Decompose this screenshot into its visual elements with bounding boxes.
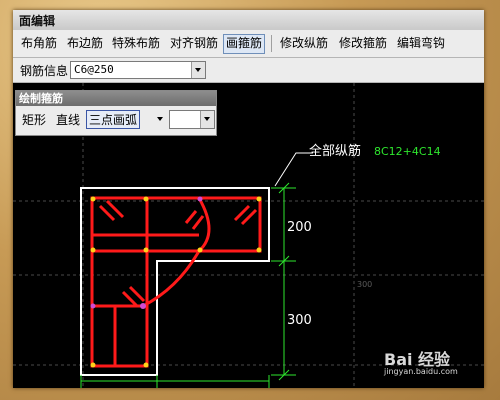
stirrup-left (90, 196, 149, 368)
chevron-down-icon[interactable] (155, 110, 166, 127)
main-toolbar: 布角筋 布边筋 特殊布筋 对齐钢筋 画箍筋 修改纵筋 修改箍筋 编辑弯钩 (13, 30, 484, 58)
draw-stirrup-panel: 绘制箍筋 矩形 直线 三点画弧 (15, 90, 217, 136)
dimension-right (271, 182, 296, 381)
watermark-site: jingyan.baidu.com (384, 367, 458, 376)
dimension-bottom (80, 375, 270, 388)
chevron-down-icon[interactable] (200, 111, 214, 128)
annotation-value: 8C12+4C14 (374, 145, 441, 158)
stirrup-top (90, 196, 262, 253)
stirrup-group (90, 196, 262, 368)
tool-edit-longitudinal[interactable]: 修改纵筋 (278, 34, 330, 52)
baidu-watermark: Bai 经验 jingyan.baidu.com (384, 344, 494, 394)
tool-special-rebar[interactable]: 特殊布筋 (110, 34, 162, 52)
chevron-down-icon[interactable] (191, 62, 205, 78)
tool-corner-rebar[interactable]: 布角筋 (19, 34, 59, 52)
arc-option-select[interactable] (169, 110, 215, 129)
window-title: 面编辑 (19, 14, 56, 28)
rebar-info-toolbar: 钢筋信息 C6@250 (13, 58, 484, 83)
rebar-info-value: C6@250 (74, 63, 114, 76)
btn-three-point-arc[interactable]: 三点画弧 (86, 110, 141, 129)
tool-draw-stirrup[interactable]: 画箍筋 (223, 34, 266, 54)
title-bar: 面编辑 (13, 10, 484, 31)
dim-lower: 300 (287, 313, 312, 328)
rebar-info-select[interactable]: C6@250 (70, 61, 206, 79)
btn-rectangle[interactable]: 矩形 (22, 111, 46, 128)
tool-edit-stirrup[interactable]: 修改箍筋 (337, 34, 389, 52)
side-label: 300 (357, 280, 372, 289)
face-edit-window: 面编辑 布角筋 布边筋 特殊布筋 对齐钢筋 画箍筋 修改纵筋 修改箍筋 编辑弯钩… (13, 10, 484, 388)
annotation-label: 全部纵筋 (309, 143, 361, 159)
rebar-info-label: 钢筋信息 (20, 64, 69, 78)
dim-upper: 200 (287, 220, 312, 235)
btn-line[interactable]: 直线 (56, 111, 80, 128)
tool-side-rebar[interactable]: 布边筋 (65, 34, 105, 52)
panel-title: 绘制箍筋 (16, 91, 216, 106)
tool-align-rebar[interactable]: 对齐钢筋 (168, 34, 220, 52)
annotation-leader (274, 152, 313, 187)
tool-edit-hook[interactable]: 编辑弯钩 (395, 34, 447, 52)
toolbar-separator (271, 35, 272, 52)
